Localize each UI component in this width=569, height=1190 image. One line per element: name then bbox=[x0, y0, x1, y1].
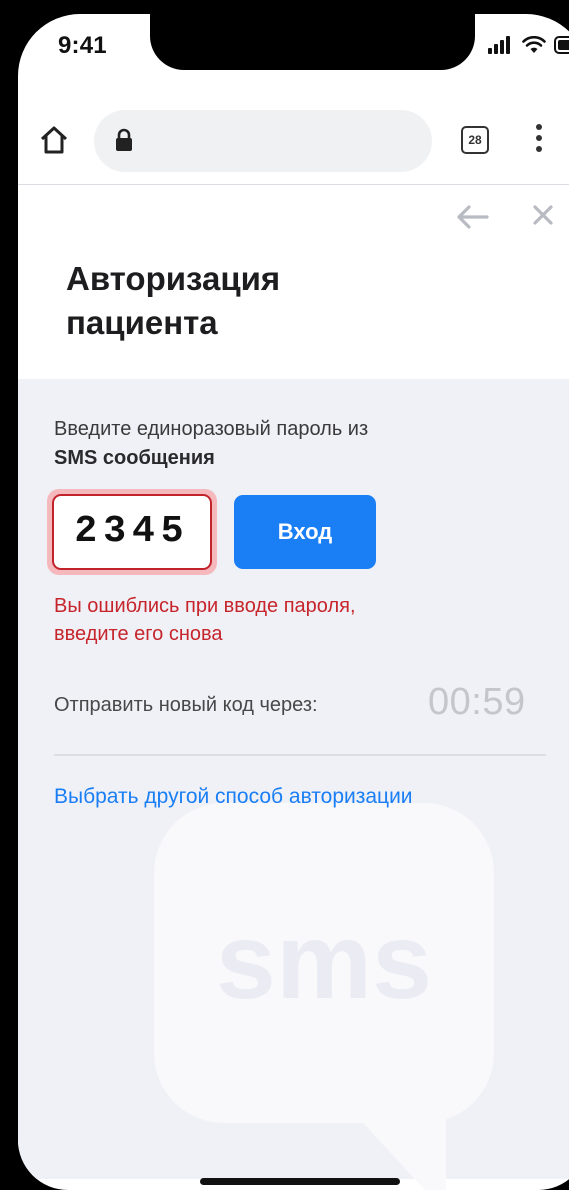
code-input-focus-ring: 2345 bbox=[47, 489, 217, 575]
auth-content: sms Введите единоразовый пароль из SMS с… bbox=[18, 379, 569, 1190]
sms-code-input[interactable]: 2345 bbox=[52, 494, 212, 570]
login-button[interactable]: Вход bbox=[234, 495, 376, 569]
sms-graphic-text: sms bbox=[216, 900, 432, 1021]
status-time: 9:41 bbox=[58, 32, 107, 59]
notch bbox=[150, 14, 475, 70]
alt-auth-link[interactable]: Выбрать другой способ авторизации bbox=[54, 785, 413, 809]
more-vert-icon[interactable] bbox=[532, 124, 546, 158]
error-line-2: введите его снова bbox=[54, 623, 223, 645]
url-bar[interactable] bbox=[94, 110, 432, 172]
instruction-line-2: SMS сообщения bbox=[54, 447, 215, 469]
sms-bubble-icon: sms bbox=[154, 803, 514, 1190]
back-arrow-icon[interactable] bbox=[455, 205, 489, 229]
error-line-1: Вы ошиблись при вводе пароля, bbox=[54, 595, 356, 617]
lock-icon bbox=[114, 128, 134, 152]
divider bbox=[54, 754, 546, 756]
instruction-line-1: Введите единоразовый пароль из bbox=[54, 418, 369, 440]
phone-screen: 9:41 28 Авторизация пациента sms Введите… bbox=[18, 14, 569, 1190]
page-header: Авторизация пациента bbox=[18, 185, 569, 379]
battery-icon bbox=[554, 36, 569, 59]
error-message: Вы ошиблись при вводе пароля, введите ег… bbox=[54, 592, 484, 648]
signal-icon bbox=[488, 36, 514, 59]
page-title: Авторизация пациента bbox=[66, 260, 281, 341]
wifi-icon bbox=[522, 35, 546, 59]
tabs-count-button[interactable]: 28 bbox=[461, 126, 489, 154]
browser-toolbar: 28 bbox=[18, 94, 569, 185]
resend-timer: 00:59 bbox=[428, 681, 526, 723]
close-icon[interactable] bbox=[531, 203, 555, 227]
instruction-text: Введите единоразовый пароль из SMS сообщ… bbox=[54, 415, 534, 473]
resend-label: Отправить новый код через: bbox=[54, 694, 318, 716]
home-indicator bbox=[200, 1178, 400, 1185]
home-icon[interactable] bbox=[38, 124, 70, 156]
status-icons bbox=[488, 35, 569, 59]
